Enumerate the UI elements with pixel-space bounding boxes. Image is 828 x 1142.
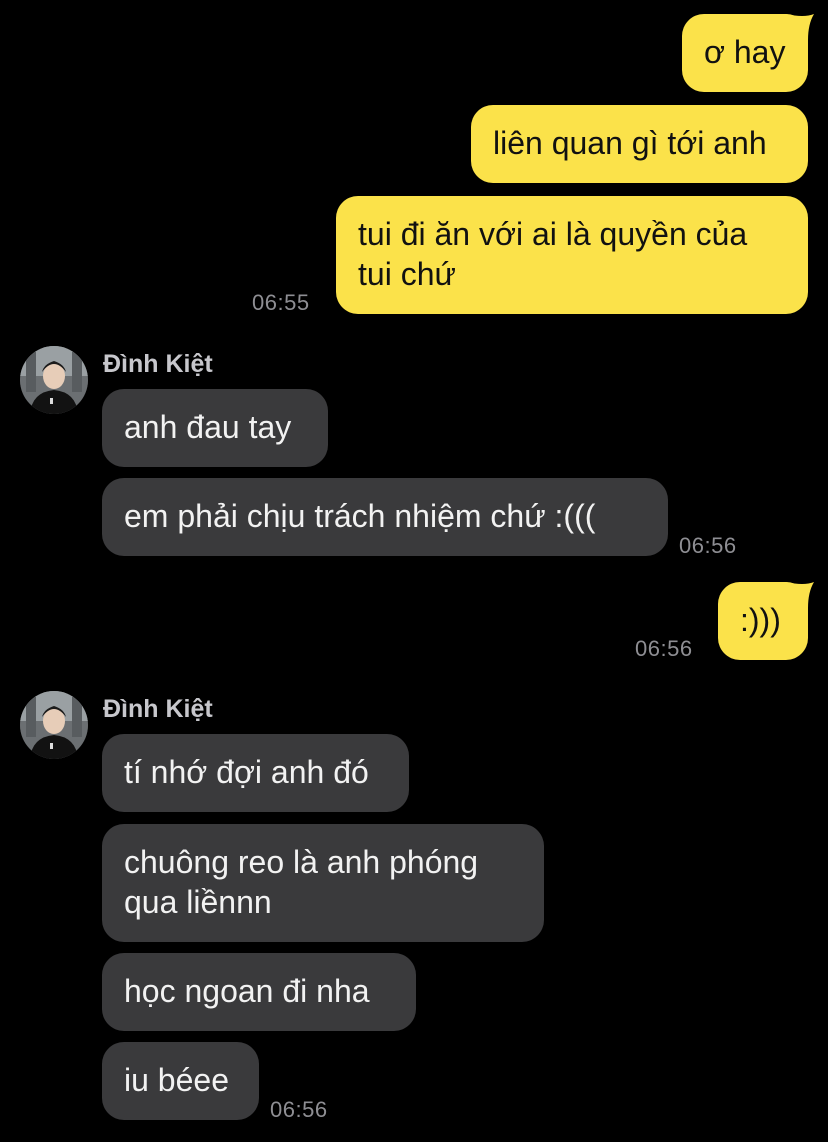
avatar[interactable] (20, 691, 88, 759)
sender-name: Đình Kiệt (103, 695, 213, 723)
outgoing-message[interactable]: :))) (718, 582, 808, 660)
incoming-message[interactable]: iu béee (102, 1042, 259, 1120)
incoming-message[interactable]: học ngoan đi nha (102, 953, 416, 1031)
message-timestamp: 06:56 (270, 1097, 328, 1122)
incoming-message[interactable]: chuông reo là anh phóng qua liềnnn (102, 824, 544, 942)
outgoing-message[interactable]: liên quan gì tới anh (471, 105, 808, 183)
incoming-message[interactable]: em phải chịu trách nhiệm chứ :((( (102, 478, 668, 556)
incoming-message[interactable]: anh đau tay (102, 389, 328, 467)
user-avatar-icon (20, 691, 88, 759)
avatar[interactable] (20, 346, 88, 414)
incoming-message[interactable]: tí nhớ đợi anh đó (102, 734, 409, 812)
outgoing-message[interactable]: ơ hay (682, 14, 808, 92)
message-timestamp: 06:56 (679, 533, 737, 558)
outgoing-message[interactable]: tui đi ăn với ai là quyền của tui chứ (336, 196, 808, 314)
chat-thread: ơ hay liên quan gì tới anh tui đi ăn với… (0, 0, 828, 1142)
message-timestamp: 06:55 (252, 290, 310, 315)
sender-name: Đình Kiệt (103, 350, 213, 378)
user-avatar-icon (20, 346, 88, 414)
message-timestamp: 06:56 (635, 636, 693, 661)
